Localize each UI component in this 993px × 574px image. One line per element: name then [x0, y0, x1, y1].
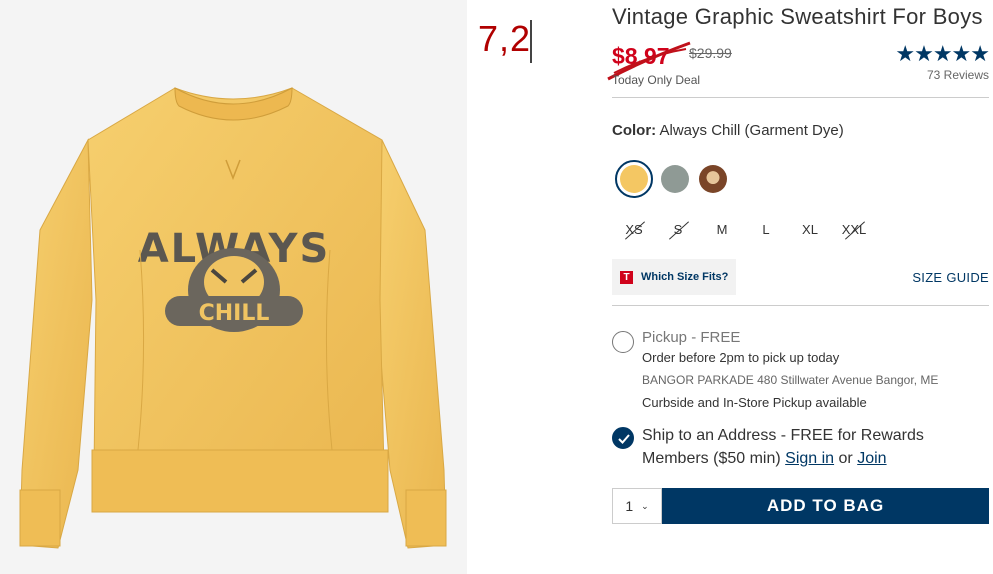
- color-label-row: Color: Always Chill (Garment Dye): [612, 122, 989, 139]
- swatch-brown-graphic[interactable]: [699, 165, 727, 193]
- original-price: $29.99: [689, 45, 732, 61]
- size-help-row: T Which Size Fits? SIZE GUIDE: [612, 259, 989, 295]
- size-xs[interactable]: XS: [612, 222, 656, 237]
- product-image[interactable]: ALWAYS CHILL: [0, 0, 467, 574]
- ship-text: Ship to an Address - FREE for Rewards Me…: [642, 424, 989, 470]
- size-xl[interactable]: XL: [788, 222, 832, 237]
- rating-stars[interactable]: ★★★★★: [895, 43, 990, 65]
- price-row: $8.97 $29.99 Today Only Deal ★★★★★ 73 Re…: [607, 41, 990, 91]
- divider: [612, 97, 989, 98]
- color-label: Color:: [612, 122, 657, 139]
- which-size-fits-button[interactable]: T Which Size Fits?: [612, 259, 737, 295]
- checkmark-icon: [618, 434, 630, 444]
- quantity-value: 1: [625, 498, 634, 514]
- which-size-fits-label: Which Size Fits?: [641, 271, 729, 283]
- ship-or: or: [834, 450, 858, 467]
- pickup-title: Pickup - FREE: [642, 329, 741, 346]
- add-to-bag-row: 1 ⌄ ADD TO BAG: [612, 488, 989, 524]
- size-s[interactable]: S: [656, 222, 700, 237]
- pickup-radio[interactable]: [612, 331, 634, 353]
- size-xxl[interactable]: XXL: [832, 222, 876, 237]
- quantity-select[interactable]: 1 ⌄: [612, 488, 662, 524]
- reviews-link[interactable]: 73 Reviews: [927, 68, 989, 82]
- color-swatches: [612, 159, 989, 199]
- join-link[interactable]: Join: [857, 450, 886, 467]
- color-value: Always Chill (Garment Dye): [659, 122, 844, 139]
- size-m[interactable]: M: [700, 222, 744, 237]
- size-selector: XS S M L XL XXL: [612, 213, 989, 245]
- ship-radio[interactable]: [612, 427, 634, 449]
- swatch-yellow[interactable]: [615, 160, 653, 198]
- pickup-subtitle: Order before 2pm to pick up today: [642, 350, 840, 365]
- chevron-down-icon: ⌄: [641, 500, 649, 511]
- product-details: Vintage Graphic Sweatshirt For Boys $8.9…: [607, 0, 990, 524]
- true-fit-icon: T: [620, 270, 633, 284]
- text-caret: [530, 20, 532, 63]
- product-page: ALWAYS CHILL 7,2 Vintage Graphic Sweatsh…: [0, 0, 993, 574]
- annotation-text: 7,2: [478, 18, 532, 59]
- sign-in-link[interactable]: Sign in: [785, 450, 834, 467]
- swatch-grey[interactable]: [661, 165, 689, 193]
- size-l[interactable]: L: [744, 222, 788, 237]
- pickup-store[interactable]: BANGOR PARKADE 480 Stillwater Avenue Ban…: [642, 373, 989, 387]
- add-to-bag-button[interactable]: ADD TO BAG: [662, 488, 989, 524]
- size-guide-link[interactable]: SIZE GUIDE: [912, 270, 989, 285]
- pickup-option[interactable]: Pickup - FREE Order before 2pm to pick u…: [612, 328, 989, 410]
- sweatshirt-illustration: ALWAYS CHILL: [19, 87, 447, 549]
- graphic-chill-text: CHILL: [199, 301, 270, 326]
- ship-option[interactable]: Ship to an Address - FREE for Rewards Me…: [612, 424, 989, 470]
- product-title: Vintage Graphic Sweatshirt For Boys: [612, 4, 983, 29]
- deal-label: Today Only Deal: [612, 73, 701, 87]
- divider: [612, 305, 989, 306]
- pickup-curbside: Curbside and In-Store Pickup available: [642, 395, 867, 410]
